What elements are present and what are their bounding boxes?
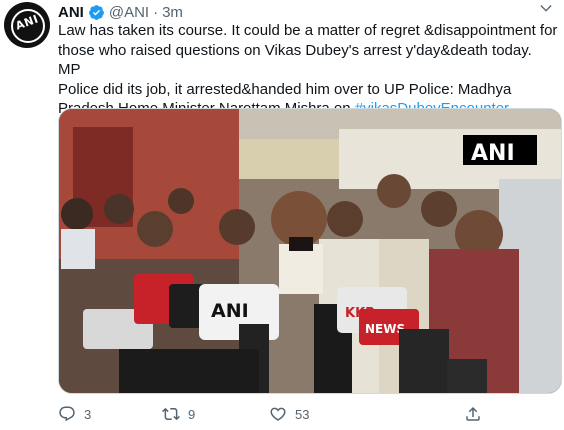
author-name[interactable]: ANI bbox=[58, 4, 84, 21]
like-count: 53 bbox=[295, 406, 310, 422]
reply-count: 3 bbox=[84, 406, 92, 422]
share-icon bbox=[466, 406, 480, 421]
share-button[interactable] bbox=[464, 405, 482, 423]
verified-badge-icon bbox=[88, 4, 105, 21]
retweet-count: 9 bbox=[188, 406, 196, 422]
tweet-text-line: Law has taken its course. It could be a … bbox=[58, 22, 558, 39]
heart-icon bbox=[270, 407, 286, 421]
press-conference-photo: ANI KKR NEWS ANI bbox=[59, 109, 561, 393]
tweet-text-line: those who raised questions on Vikas Dube… bbox=[58, 41, 532, 79]
tweet-header: ANI @ANI · 3m bbox=[58, 2, 183, 22]
ani-watermark: ANI bbox=[471, 141, 515, 166]
tweet-media-image[interactable]: ANI KKR NEWS ANI bbox=[58, 108, 562, 394]
reply-button[interactable]: 3 bbox=[58, 405, 91, 423]
more-options-chevron-icon[interactable] bbox=[536, 0, 556, 20]
like-button[interactable]: 53 bbox=[269, 405, 309, 423]
reply-icon bbox=[59, 406, 75, 422]
header-separator: · bbox=[153, 3, 159, 21]
avatar[interactable]: ANI bbox=[4, 2, 50, 48]
tweet-card[interactable]: ANI ANI @ANI · 3m Law has taken its cour… bbox=[0, 0, 564, 430]
tweet-timestamp[interactable]: 3m bbox=[162, 4, 183, 21]
author-handle[interactable]: @ANI bbox=[109, 4, 149, 21]
retweet-button[interactable]: 9 bbox=[162, 405, 195, 423]
tweet-text: Law has taken its course. It could be a … bbox=[58, 21, 558, 119]
tweet-action-bar: 3 9 53 bbox=[58, 402, 480, 426]
mic-label-ani: ANI bbox=[211, 300, 249, 322]
tweet-text-line: Police did its job, it arrested&handed h… bbox=[58, 80, 512, 98]
retweet-icon bbox=[162, 407, 180, 421]
